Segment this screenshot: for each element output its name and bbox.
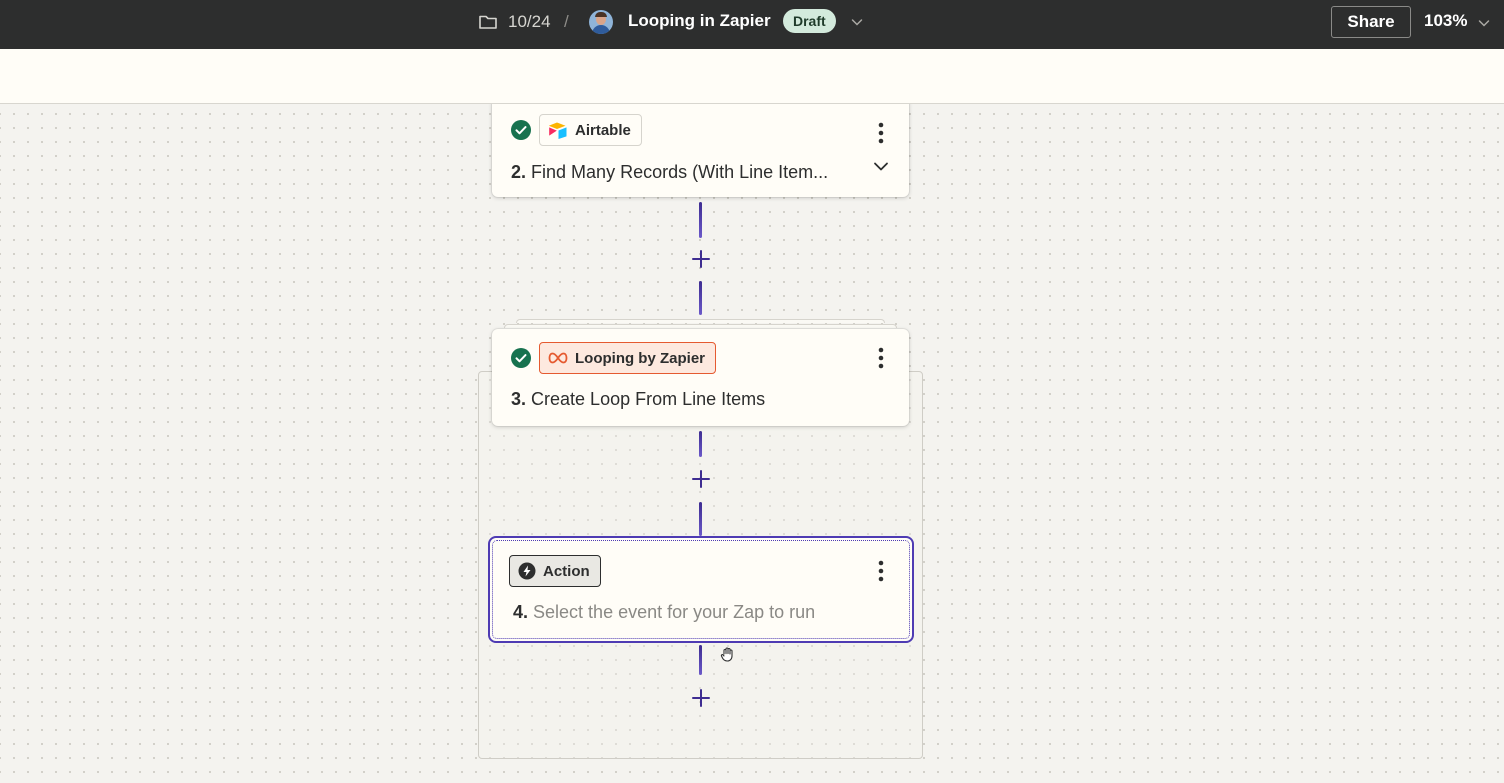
stack-edge [516, 319, 885, 323]
add-step-plus-icon[interactable] [690, 687, 712, 709]
zap-title[interactable]: Looping in Zapier [628, 11, 771, 31]
infinity-loop-icon [548, 352, 568, 364]
check-circle-icon [511, 348, 531, 368]
grab-hand-icon [720, 647, 733, 662]
step-number: 2. [511, 162, 527, 182]
vertical-dots-icon[interactable] [871, 345, 891, 371]
add-step-plus-icon[interactable] [690, 468, 712, 490]
editor-toolbar [0, 49, 1504, 104]
check-circle-icon [511, 120, 531, 140]
step-title: 2. Find Many Records (With Line Item... [511, 162, 828, 183]
breadcrumb-separator: / [564, 12, 569, 31]
app-pill-action[interactable]: Action [509, 555, 601, 587]
zap-canvas[interactable]: Airtable 2. Find Many Records (With Line… [0, 104, 1504, 783]
step-event: Find Many Records (With Line Item... [531, 162, 829, 182]
connector-line [699, 202, 702, 238]
app-pill-looping[interactable]: Looping by Zapier [539, 342, 716, 374]
stack-edge [504, 324, 897, 328]
lightning-bolt-icon [518, 562, 536, 580]
app-name-label: Looping by Zapier [575, 349, 705, 367]
step-card-action[interactable]: Action 4. Select the event for your Zap … [488, 536, 914, 643]
connector-line [699, 645, 702, 675]
folder-icon[interactable] [478, 12, 498, 32]
share-button[interactable]: Share [1331, 6, 1411, 38]
folder-breadcrumb[interactable]: 10/24 [508, 12, 551, 32]
zoom-chevron-down-icon[interactable] [1477, 16, 1491, 30]
connector-line [699, 431, 702, 457]
add-step-plus-icon[interactable] [690, 248, 712, 270]
step-event: Create Loop From Line Items [531, 389, 766, 409]
status-badge: Draft [783, 9, 836, 33]
step-number: 3. [511, 389, 527, 409]
app-name-label: Airtable [575, 121, 631, 139]
zoom-level[interactable]: 103% [1424, 11, 1467, 31]
step-number: 4. [513, 602, 529, 622]
step-card-looping[interactable]: Looping by Zapier 3. Create Loop From Li… [492, 329, 909, 426]
owner-avatar[interactable] [589, 10, 613, 34]
airtable-logo-icon [548, 122, 567, 139]
connector-line [699, 502, 702, 536]
chevron-down-icon[interactable] [872, 157, 890, 175]
step-title: 4. Select the event for your Zap to run [513, 602, 815, 623]
app-pill-airtable[interactable]: Airtable [539, 114, 642, 146]
top-bar: 10/24 / Looping in Zapier Draft Share 10… [0, 0, 1504, 49]
vertical-dots-icon[interactable] [871, 558, 891, 584]
step-title: 3. Create Loop From Line Items [511, 389, 765, 410]
step-card-airtable[interactable]: Airtable 2. Find Many Records (With Line… [492, 104, 909, 197]
step-event-placeholder: Select the event for your Zap to run [533, 602, 816, 622]
app-name-label: Action [543, 562, 590, 580]
chevron-down-icon[interactable] [850, 15, 864, 29]
vertical-dots-icon[interactable] [871, 120, 891, 146]
connector-line [699, 281, 702, 315]
